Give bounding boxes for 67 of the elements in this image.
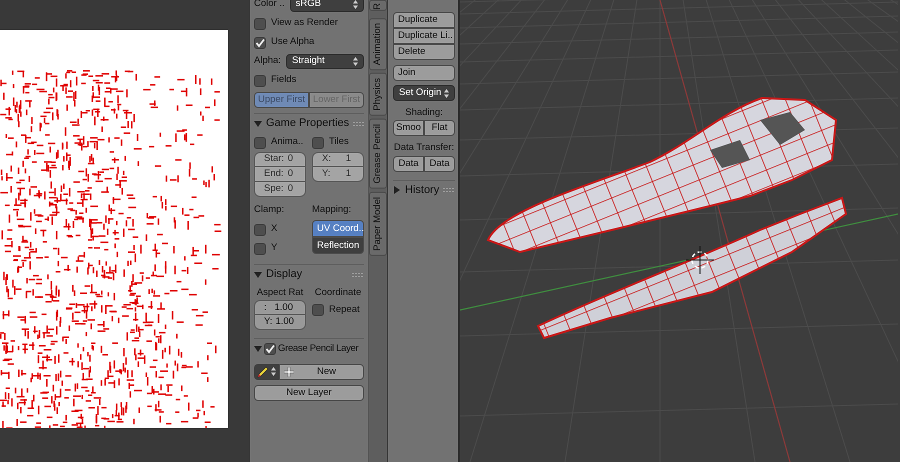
side-tab[interactable]: R xyxy=(369,0,387,11)
mapping-option[interactable]: Reflection xyxy=(312,237,364,254)
field-label: Alpha: xyxy=(254,54,281,68)
panel-title[interactable]: Display xyxy=(266,266,302,283)
tool-button[interactable]: Delete xyxy=(393,44,455,60)
new-button[interactable]: New xyxy=(279,364,364,380)
dropdown-value: sRGB xyxy=(296,0,321,12)
tool-button[interactable]: Duplicate xyxy=(393,12,455,28)
checkbox[interactable] xyxy=(254,18,266,30)
pencil-selector[interactable] xyxy=(254,364,279,380)
checkbox-label: Use Alpha xyxy=(271,35,314,50)
field-label: Clamp: xyxy=(254,203,284,218)
grip-icon xyxy=(353,122,366,126)
checkbox[interactable] xyxy=(264,342,276,355)
number-field[interactable]: : 1.00 xyxy=(254,300,306,316)
new-layer-button[interactable]: New Layer xyxy=(254,385,364,402)
number-field[interactable]: Y: 1.00 xyxy=(254,315,306,330)
side-tab[interactable]: Grease Pencil xyxy=(369,118,387,189)
grip-icon xyxy=(443,188,456,192)
panel-title[interactable]: History xyxy=(405,182,440,198)
set-origin-dropdown[interactable]: Set Origin xyxy=(393,85,455,101)
collapse-triangle-icon[interactable] xyxy=(254,270,262,278)
section-label: Data Transfer: xyxy=(393,141,455,156)
side-tab[interactable]: Paper Model xyxy=(369,192,387,256)
tool-button[interactable]: Flat xyxy=(424,120,455,136)
side-tab[interactable]: Animation xyxy=(369,18,387,70)
checkbox[interactable] xyxy=(312,304,324,316)
dropdown-value: Set Origin xyxy=(399,86,442,100)
3d-cursor-icon xyxy=(686,246,714,274)
checkbox[interactable] xyxy=(254,136,266,148)
tool-button[interactable]: Duplicate Li.. xyxy=(393,28,455,44)
side-tab[interactable]: Physics xyxy=(369,73,387,116)
checkbox-label: Y xyxy=(271,241,278,256)
grip-icon xyxy=(352,272,364,276)
panel-title[interactable]: Game Properties xyxy=(266,115,350,132)
tool-button[interactable]: Smoo xyxy=(393,120,424,136)
tool-button[interactable]: Data xyxy=(393,156,424,172)
checkbox-label: X xyxy=(271,222,278,236)
tool-button[interactable]: Data xyxy=(424,156,455,172)
checkbox[interactable] xyxy=(254,224,266,236)
color-space-dropdown[interactable]: sRGB xyxy=(290,0,364,12)
field-label: Coordinate xyxy=(314,286,362,300)
alpha-dropdown[interactable]: Straight xyxy=(286,54,364,69)
pencil-icon xyxy=(257,366,269,378)
checkbox-label: Fields xyxy=(271,73,296,88)
up-down-arrows-icon xyxy=(353,57,358,66)
checkbox[interactable] xyxy=(254,36,266,48)
checkbox-label: Repeat xyxy=(329,302,360,317)
up-down-arrows-icon xyxy=(444,88,449,98)
checkbox[interactable] xyxy=(254,74,266,86)
collapse-triangle-icon[interactable] xyxy=(254,344,262,353)
up-down-arrows-icon xyxy=(353,0,358,9)
up-down-arrows-icon xyxy=(271,367,276,376)
expand-triangle-icon[interactable] xyxy=(393,186,401,194)
collapse-triangle-icon[interactable] xyxy=(254,120,262,128)
section-label: Shading: xyxy=(404,106,444,120)
checkbox-label: Anima.. xyxy=(271,135,304,150)
checkbox[interactable] xyxy=(312,136,324,148)
checkbox-label: View as Render xyxy=(271,16,338,30)
checkbox-label: Tiles xyxy=(329,135,349,150)
checkbox[interactable] xyxy=(254,242,266,254)
dropdown-value: Straight xyxy=(292,54,325,68)
field-label: Mapping: xyxy=(312,203,352,218)
panel-title[interactable]: Grease Pencil Layer xyxy=(278,342,358,356)
field-label: Aspect Rat xyxy=(256,286,304,300)
join-button[interactable]: Join xyxy=(393,65,455,81)
plus-icon xyxy=(284,366,294,377)
